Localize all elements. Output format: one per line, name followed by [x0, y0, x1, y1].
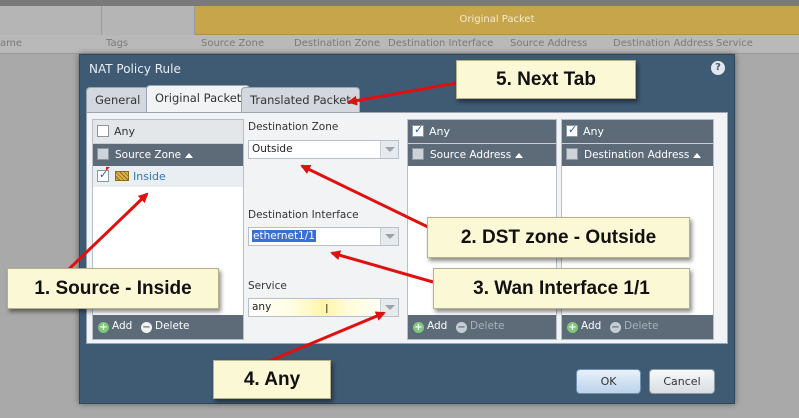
column-source-zone[interactable]: Source Zone: [201, 38, 264, 49]
text-cursor-icon: I: [325, 302, 329, 316]
minus-icon: −: [610, 322, 621, 333]
destination-address-header[interactable]: Destination Address: [562, 144, 713, 166]
destination-address-any-row: Any: [562, 120, 713, 144]
source-zone-header[interactable]: Source Zone: [93, 144, 243, 166]
source-address-footer: + Add − Delete: [408, 315, 556, 339]
column-source-address[interactable]: Source Address: [510, 38, 587, 49]
chevron-down-icon[interactable]: [380, 299, 398, 316]
destination-zone-select[interactable]: Outside: [248, 140, 399, 159]
column-destination-zone[interactable]: Destination Zone: [294, 38, 380, 49]
chevron-down-icon[interactable]: [380, 141, 398, 158]
delete-label: Delete: [155, 320, 190, 332]
destination-address-delete-button[interactable]: − Delete: [610, 320, 659, 333]
sort-ascending-icon[interactable]: [693, 152, 702, 158]
destination-address-any-label: Any: [583, 125, 605, 138]
source-zone-footer: + Add − Delete: [93, 315, 243, 339]
callout-next-tab: 5. Next Tab: [456, 60, 636, 99]
sort-ascending-icon[interactable]: [515, 152, 524, 158]
source-zone-any-checkbox[interactable]: [97, 125, 109, 137]
minus-icon: −: [456, 322, 467, 333]
callout-dst-zone: 2. DST zone - Outside: [427, 217, 690, 258]
source-zone-add-button[interactable]: + Add: [98, 320, 132, 333]
cancel-button[interactable]: Cancel: [649, 369, 715, 394]
service-select[interactable]: any I: [248, 298, 399, 317]
sort-ascending-icon[interactable]: [185, 152, 194, 158]
destination-interface-value: ethernet1/1: [252, 230, 316, 242]
service-label: Service: [248, 280, 287, 292]
destination-zone-label: Destination Zone: [248, 121, 339, 133]
source-address-any-row: Any: [408, 120, 556, 144]
original-packet-group-header: Original Packet: [195, 6, 799, 35]
add-label: Add: [112, 320, 133, 332]
destination-fields: Destination Zone Outside Destination Int…: [248, 113, 403, 345]
source-zone-any-row: Any: [93, 120, 243, 144]
callout-any: 4. Any: [213, 360, 331, 399]
column-destination-address[interactable]: Destination Address: [613, 38, 713, 49]
destination-address-header-label: Destination Address: [584, 149, 690, 161]
source-address-header[interactable]: Source Address: [408, 144, 556, 166]
tab-original-packet[interactable]: Original Packet: [146, 85, 251, 113]
plus-icon: +: [567, 322, 578, 333]
source-address-add-button[interactable]: + Add: [413, 320, 447, 333]
source-address-any-label: Any: [429, 125, 451, 138]
source-zone-delete-button[interactable]: − Delete: [141, 320, 190, 333]
chevron-down-icon[interactable]: [380, 228, 398, 245]
source-zone-any-label: Any: [114, 125, 136, 138]
column-destination-interface[interactable]: Destination Interface: [388, 38, 493, 49]
destination-address-any-checkbox[interactable]: [566, 123, 578, 137]
plus-icon: +: [413, 322, 424, 333]
column-service[interactable]: Service: [716, 38, 753, 49]
dialog-title: NAT Policy Rule: [89, 62, 181, 76]
plus-icon: +: [98, 322, 109, 333]
callout-source-inside: 1. Source - Inside: [7, 268, 219, 309]
inside-row-checkbox[interactable]: [97, 168, 109, 182]
modified-flag-icon: [106, 167, 110, 171]
destination-interface-select[interactable]: ethernet1/1: [248, 227, 399, 246]
source-zone-value[interactable]: Inside: [133, 170, 166, 183]
grid-column-header-row: ame Tags Source Zone Destination Zone De…: [0, 35, 799, 54]
minus-icon: −: [141, 322, 152, 333]
source-address-header-label: Source Address: [430, 149, 512, 161]
destination-interface-label: Destination Interface: [248, 209, 359, 221]
column-name[interactable]: ame: [0, 38, 22, 49]
destination-address-add-button[interactable]: + Add: [567, 320, 601, 333]
tab-general[interactable]: General: [86, 87, 150, 113]
destination-zone-value: Outside: [252, 143, 293, 155]
tab-translated-packet[interactable]: Translated Packet: [241, 87, 360, 113]
destination-address-select-all-checkbox[interactable]: [566, 148, 578, 160]
delete-label: Delete: [470, 320, 505, 332]
group-header-label: Original Packet: [459, 14, 535, 25]
source-zone-header-label: Source Zone: [115, 149, 182, 161]
add-label: Add: [427, 320, 448, 332]
delete-label: Delete: [624, 320, 659, 332]
list-item[interactable]: Inside: [93, 166, 243, 187]
source-address-select-all-checkbox[interactable]: [412, 148, 424, 160]
source-address-delete-button[interactable]: − Delete: [456, 320, 505, 333]
source-address-any-checkbox[interactable]: [412, 123, 424, 137]
service-value: any: [252, 301, 272, 313]
add-label: Add: [581, 320, 602, 332]
destination-address-footer: + Add − Delete: [562, 315, 713, 339]
help-icon[interactable]: ?: [711, 61, 725, 75]
source-zone-select-all-checkbox[interactable]: [97, 148, 109, 160]
callout-wan-interface: 3. Wan Interface 1/1: [433, 268, 690, 309]
column-tags[interactable]: Tags: [106, 38, 128, 49]
grid-header-left: [0, 6, 195, 35]
ok-button[interactable]: OK: [576, 369, 641, 394]
zone-icon: [115, 171, 129, 181]
